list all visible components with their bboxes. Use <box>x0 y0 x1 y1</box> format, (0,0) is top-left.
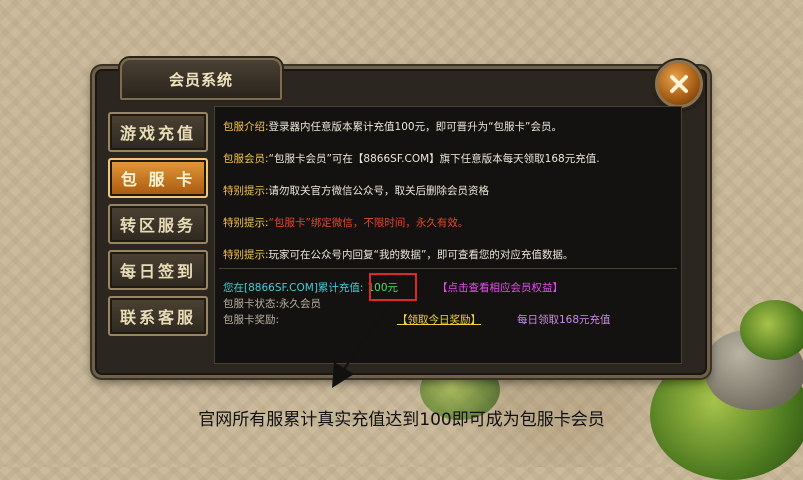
card-status-label: 包服卡状态: <box>223 298 280 310</box>
recharge-prefix: 您在[8866SF.COM]累计充值: <box>223 282 364 294</box>
tip-line-2: 特别提示:“包服卡”绑定微信，不限时间，永久有效。 <box>223 215 468 230</box>
claim-reward-button[interactable]: 【领取今日奖励】 <box>397 312 481 327</box>
tip-label-2: 特别提示: <box>223 217 269 229</box>
window-title-tab: 会员系统 <box>120 58 282 100</box>
close-button[interactable] <box>655 60 703 108</box>
decor-bush <box>740 300 803 360</box>
window-title: 会员系统 <box>168 70 233 89</box>
tip-line-3: 特别提示:玩家可在公众号内回复“我的数据”，即可查看您的对应充值数据。 <box>223 247 573 262</box>
card-status-line: 包服卡状态:永久会员 <box>223 296 321 311</box>
close-icon <box>670 75 688 93</box>
intro-text: 登录器内任意版本累计充值100元，即可晋升为“包服卡”会员。 <box>268 121 562 133</box>
reward-label: 包服卡奖励: <box>223 314 280 326</box>
member-label: 包服会员: <box>223 153 269 165</box>
card-status-value: 永久会员 <box>279 298 322 310</box>
tip-text-2: “包服卡”绑定微信，不限时间，永久有效。 <box>268 217 469 229</box>
sidebar: 游戏充值 包 服 卡 转区服务 每日签到 联系客服 <box>100 106 210 352</box>
daily-note-text: 每日领取168元充值 <box>517 314 611 326</box>
tip-label-3: 特别提示: <box>223 249 269 261</box>
tip-text-1: 请勿取关官方微信公众号，取关后删除会员资格 <box>268 185 490 197</box>
view-benefits-link[interactable]: 【点击查看相应会员权益】 <box>437 280 563 295</box>
sidebar-item-recharge[interactable]: 游戏充值 <box>108 112 208 152</box>
daily-note: 每日领取168元充值 <box>517 312 611 327</box>
intro-label: 包服介绍: <box>223 121 269 133</box>
sidebar-item-contact-support[interactable]: 联系客服 <box>108 296 208 336</box>
reward-line: 包服卡奖励: <box>223 312 279 327</box>
tip-label-1: 特别提示: <box>223 185 269 197</box>
sidebar-item-server-card[interactable]: 包 服 卡 <box>108 158 208 198</box>
claim-reward-label: 【领取今日奖励】 <box>397 314 481 326</box>
content-panel: 包服介绍:登录器内任意版本累计充值100元，即可晋升为“包服卡”会员。 包服会员… <box>214 106 682 364</box>
view-benefits-label: 【点击查看相应会员权益】 <box>437 282 563 294</box>
sidebar-item-transfer-service[interactable]: 转区服务 <box>108 204 208 244</box>
arrow-down-left-icon <box>332 303 391 388</box>
member-line: 包服会员:“包服卡会员”可在【8866SF.COM】旗下任意版本每天领取168元… <box>223 151 600 166</box>
highlight-box <box>369 273 417 301</box>
intro-line: 包服介绍:登录器内任意版本累计充值100元，即可晋升为“包服卡”会员。 <box>223 119 562 134</box>
sidebar-item-daily-signin[interactable]: 每日签到 <box>108 250 208 290</box>
member-text: “包服卡会员”可在【8866SF.COM】旗下任意版本每天领取168元充值. <box>268 153 600 165</box>
tip-text-3: 玩家可在公众号内回复“我的数据”，即可查看您的对应充值数据。 <box>268 249 574 261</box>
divider <box>219 268 677 269</box>
tip-line-1: 特别提示:请勿取关官方微信公众号，取关后删除会员资格 <box>223 183 489 198</box>
annotation-caption: 官网所有服累计真实充值达到100即可成为包服卡会员 <box>198 410 605 430</box>
